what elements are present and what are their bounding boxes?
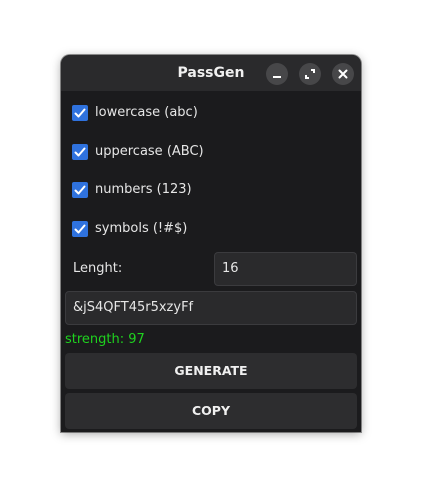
numbers-label: numbers (123) [95,182,192,197]
option-symbols[interactable]: symbols (!#$) [71,218,351,240]
uppercase-checkbox[interactable] [72,144,88,160]
checkmark-icon [74,224,86,234]
title-bar[interactable]: PassGen [61,55,361,91]
length-input[interactable]: 16 [214,252,357,286]
minimize-button[interactable] [266,63,288,85]
option-lowercase[interactable]: lowercase (abc) [71,102,351,124]
passgen-window: PassGen lowercase (abc) uppercase (ABC) … [61,55,361,432]
generate-button[interactable]: GENERATE [65,353,357,389]
length-label: Lenght: [73,261,123,276]
strength-indicator: strength: 97 [65,332,145,347]
close-icon [338,69,348,79]
lowercase-label: lowercase (abc) [95,105,198,120]
checkmark-icon [74,147,86,157]
symbols-label: symbols (!#$) [95,221,188,236]
copy-button[interactable]: COPY [65,393,357,429]
symbols-checkbox[interactable] [72,221,88,237]
option-uppercase[interactable]: uppercase (ABC) [71,141,351,163]
checkmark-icon [74,108,86,118]
uppercase-label: uppercase (ABC) [95,144,204,159]
option-numbers[interactable]: numbers (123) [71,179,351,201]
close-button[interactable] [332,63,354,85]
maximize-button[interactable] [299,63,321,85]
checkmark-icon [74,185,86,195]
numbers-checkbox[interactable] [72,182,88,198]
password-output[interactable]: &jS4QFT45r5xzyFf [65,291,357,325]
lowercase-checkbox[interactable] [72,105,88,121]
minimize-icon [273,76,281,78]
maximize-icon [305,69,315,79]
